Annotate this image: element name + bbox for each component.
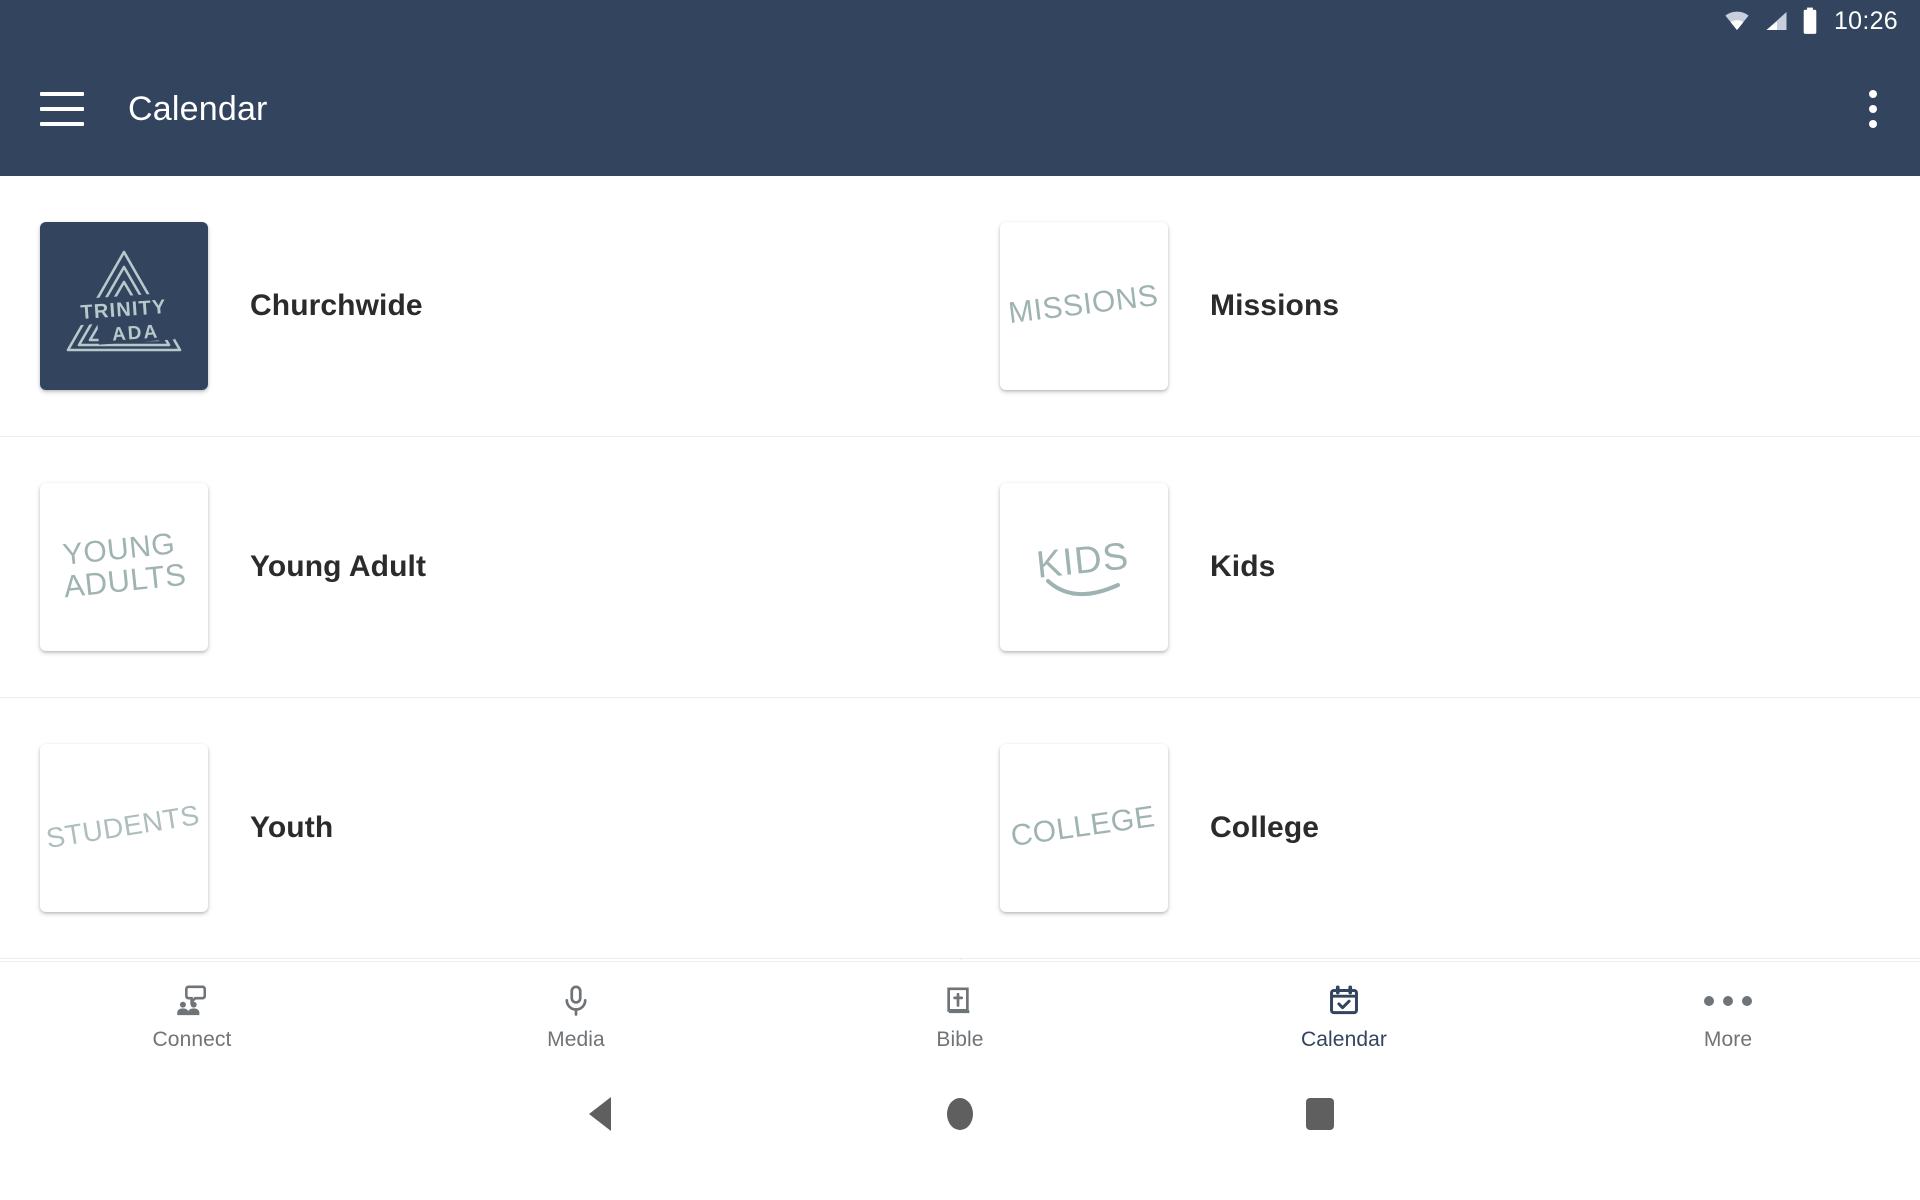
calendar-check-icon — [1327, 982, 1361, 1020]
category-item-missions[interactable]: MISSIONS Missions — [960, 176, 1920, 436]
recents-square-icon — [1306, 1098, 1334, 1130]
calendar-category-list: TRINITY ADA Churchwide MISSIONS Missions — [0, 176, 1920, 961]
tab-label: More — [1703, 1027, 1753, 1051]
category-item-youth[interactable]: STUDENTS Youth — [0, 698, 960, 958]
app-root: 10:26 Calendar TRINITY ADA Churchwide MI… — [0, 0, 1920, 1200]
tab-calendar[interactable]: Calendar — [1152, 962, 1536, 1071]
status-bar: 10:26 — [0, 0, 1920, 42]
page-title: Calendar — [128, 89, 268, 128]
book-cross-icon — [943, 982, 977, 1020]
tab-label: Connect — [152, 1027, 232, 1051]
category-item-young-adult[interactable]: YOUNG ADULTS Young Adult — [0, 437, 960, 697]
category-label: Kids — [1210, 550, 1276, 583]
missions-thumbnail: MISSIONS — [1000, 222, 1168, 390]
back-triangle-icon — [589, 1097, 611, 1131]
people-chat-icon — [175, 982, 209, 1020]
recents-button[interactable] — [1275, 1084, 1365, 1144]
tab-media[interactable]: Media — [384, 962, 768, 1071]
bottom-tab-bar: Connect Media Bible Calendar More — [0, 961, 1920, 1071]
category-item-kids[interactable]: KIDS Kids — [960, 437, 1920, 697]
svg-text:KIDS: KIDS — [1034, 535, 1131, 586]
app-bar: Calendar — [0, 42, 1920, 176]
back-button[interactable] — [555, 1084, 645, 1144]
svg-text:COLLEGE: COLLEGE — [1009, 800, 1157, 853]
svg-text:MISSIONS: MISSIONS — [1007, 279, 1161, 330]
wifi-icon — [1722, 9, 1752, 33]
system-navigation-bar — [0, 1071, 1920, 1157]
tab-label: Calendar — [1300, 1027, 1388, 1051]
svg-text:STUDENTS: STUDENTS — [44, 799, 202, 854]
battery-icon — [1801, 7, 1819, 35]
status-time: 10:26 — [1833, 6, 1898, 35]
category-item-college[interactable]: COLLEGE College — [960, 698, 1920, 958]
trinity-ada-logo: TRINITY ADA — [40, 222, 208, 390]
more-dots-icon — [1704, 982, 1752, 1020]
home-button[interactable] — [915, 1084, 1005, 1144]
microphone-icon — [559, 982, 593, 1020]
overflow-menu-icon[interactable] — [1850, 79, 1896, 139]
home-circle-icon — [947, 1098, 973, 1130]
college-thumbnail: COLLEGE — [1000, 744, 1168, 912]
category-label: Youth — [250, 811, 334, 844]
category-label: College — [1210, 811, 1320, 844]
cellular-signal-icon — [1763, 9, 1790, 33]
kids-thumbnail: KIDS — [1000, 483, 1168, 651]
tab-label: Bible — [936, 1027, 984, 1051]
category-item-churchwide[interactable]: TRINITY ADA Churchwide — [0, 176, 960, 436]
category-label: Missions — [1210, 289, 1340, 322]
tab-connect[interactable]: Connect — [0, 962, 384, 1071]
tab-label: Media — [547, 1027, 605, 1051]
category-label: Young Adult — [250, 550, 427, 583]
tab-bible[interactable]: Bible — [768, 962, 1152, 1071]
row-divider — [0, 958, 1920, 959]
tab-more[interactable]: More — [1536, 962, 1920, 1071]
hamburger-menu-icon[interactable] — [40, 92, 84, 126]
students-thumbnail: STUDENTS — [40, 744, 208, 912]
category-grid: TRINITY ADA Churchwide MISSIONS Missions — [0, 176, 1920, 959]
svg-text:ADA: ADA — [111, 321, 160, 345]
category-label: Churchwide — [250, 289, 423, 322]
young-adults-thumbnail: YOUNG ADULTS — [40, 483, 208, 651]
